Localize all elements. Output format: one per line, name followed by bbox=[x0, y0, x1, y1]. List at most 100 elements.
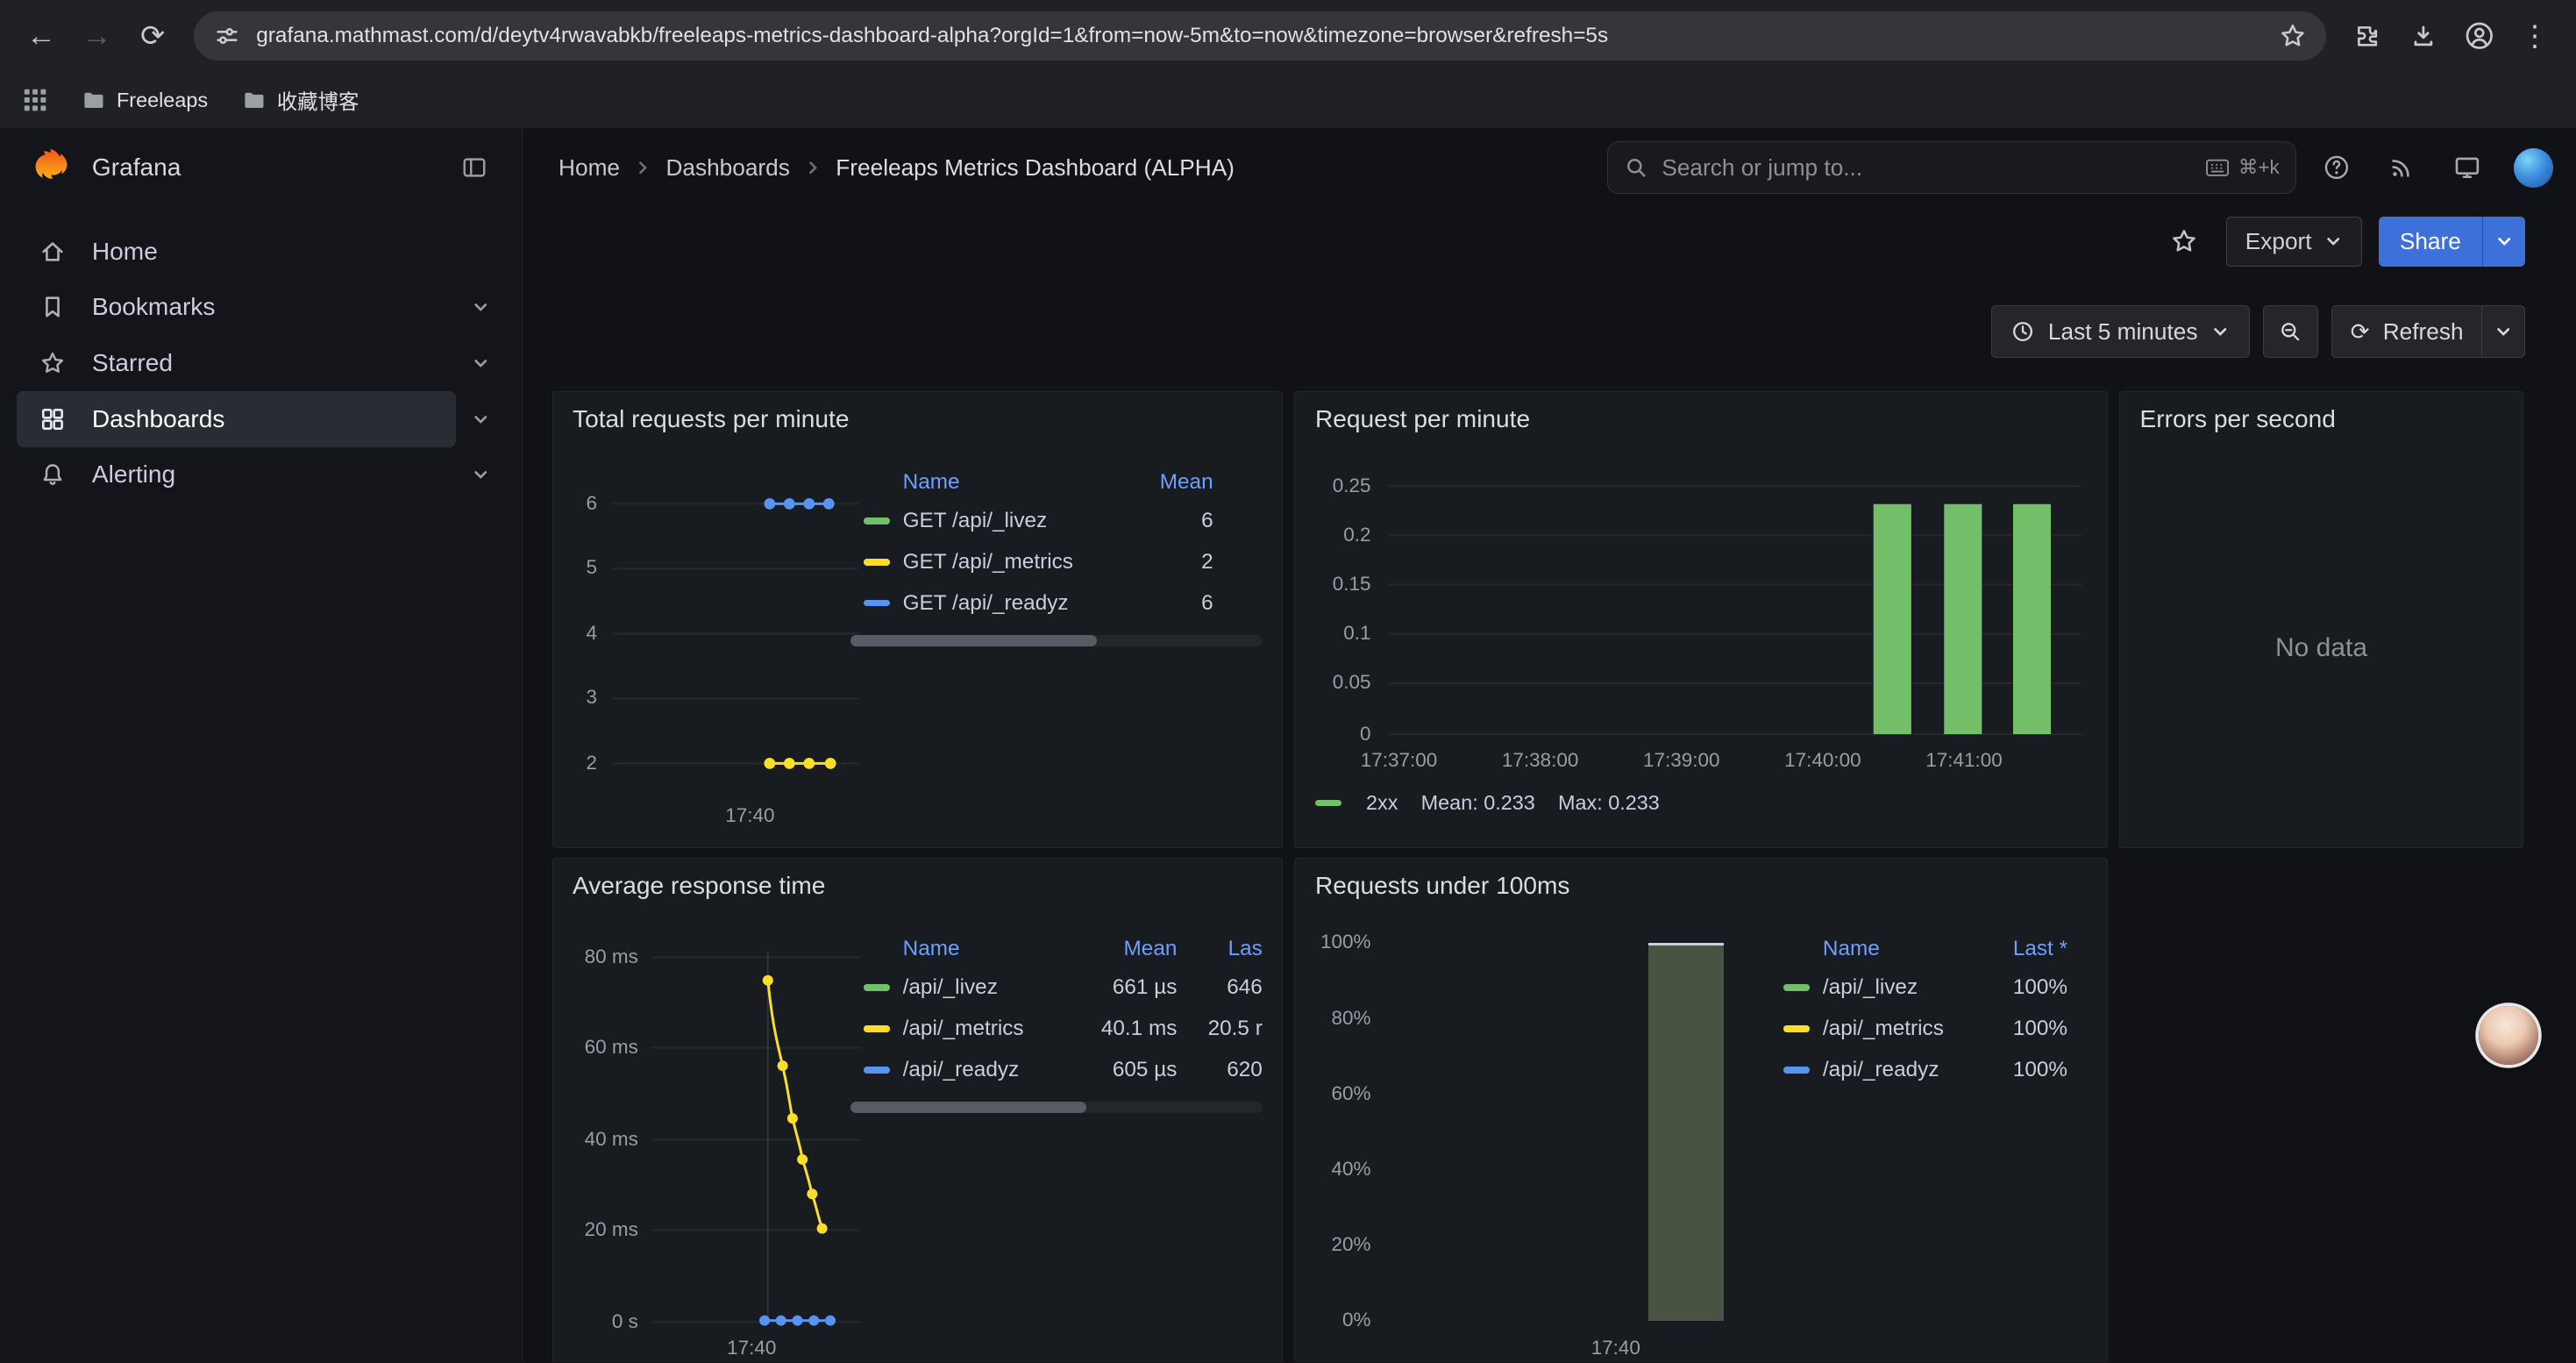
browser-toolbar: ← → ⟳ bbox=[0, 0, 2576, 72]
monitor-icon[interactable] bbox=[2441, 141, 2494, 194]
legend-row[interactable]: /api/_livez 100% bbox=[1783, 967, 2067, 1009]
refresh-interval-button[interactable] bbox=[2481, 306, 2524, 357]
bookmark-star-icon[interactable] bbox=[2279, 22, 2307, 50]
chevron-down-icon[interactable] bbox=[456, 339, 505, 388]
panel-title[interactable]: Request per minute bbox=[1315, 405, 1530, 433]
sidebar-item-bookmarks: Bookmarks bbox=[17, 280, 505, 336]
scrollbar-thumb[interactable] bbox=[850, 635, 1097, 646]
legend-row[interactable]: GET /api/_livez 6 bbox=[850, 501, 1213, 542]
breadcrumb-dashboards[interactable]: Dashboards bbox=[665, 154, 789, 182]
extensions-icon[interactable] bbox=[2339, 8, 2395, 64]
help-icon[interactable] bbox=[2309, 141, 2362, 194]
series-name[interactable]: /api/_livez bbox=[1823, 975, 1975, 1000]
legend-row[interactable]: GET /api/_readyz 6 bbox=[850, 582, 1213, 624]
series-name[interactable]: GET /api/_livez bbox=[903, 509, 1142, 533]
x-axis-tick: 17:40 bbox=[709, 804, 792, 827]
url-input[interactable] bbox=[256, 24, 2262, 48]
timeseries-chart[interactable] bbox=[599, 482, 862, 795]
series-mean: 2 bbox=[1141, 550, 1213, 574]
scrollbar-thumb[interactable] bbox=[850, 1102, 1087, 1113]
news-rss-icon[interactable] bbox=[2375, 141, 2428, 194]
user-avatar[interactable] bbox=[2514, 148, 2553, 188]
legend-header-name[interactable]: Name bbox=[903, 470, 1142, 495]
legend-header-last[interactable]: Last * bbox=[1975, 937, 2067, 961]
legend-series[interactable]: 2xx bbox=[1315, 791, 1398, 815]
legend-row[interactable]: /api/_metrics 40.1 ms 20.5 r bbox=[850, 1009, 1263, 1050]
series-name[interactable]: /api/_metrics bbox=[903, 1017, 1072, 1041]
legend-row[interactable]: /api/_readyz 605 µs 620 bbox=[850, 1049, 1263, 1090]
legend-row[interactable]: /api/_livez 661 µs 646 bbox=[850, 967, 1263, 1009]
refresh-button[interactable]: ⟳ Refresh bbox=[2332, 306, 2481, 357]
floating-avatar-widget[interactable] bbox=[2479, 1006, 2537, 1065]
export-button[interactable]: Export bbox=[2226, 217, 2362, 266]
series-name[interactable]: /api/_livez bbox=[903, 975, 1072, 1000]
series-name[interactable]: /api/_readyz bbox=[903, 1058, 1072, 1082]
series-name[interactable]: /api/_metrics bbox=[1823, 1017, 1975, 1041]
time-range-picker[interactable]: Last 5 minutes bbox=[1991, 305, 2249, 358]
search-bar[interactable]: ⌘+k bbox=[1607, 141, 2297, 194]
panel-title[interactable]: Errors per second bbox=[2140, 405, 2336, 433]
legend-scrollbar[interactable] bbox=[850, 635, 1263, 646]
timeseries-chart[interactable] bbox=[648, 938, 865, 1340]
chevron-down-icon[interactable] bbox=[456, 282, 505, 332]
top-nav: Home Dashboards Freeleaps Metrics Dashbo… bbox=[523, 128, 2576, 207]
chevron-down-icon bbox=[2210, 322, 2230, 341]
series-last: 100% bbox=[1975, 1058, 2067, 1082]
apps-grid-icon[interactable] bbox=[23, 88, 47, 112]
sidebar-item-home-button[interactable]: Home bbox=[17, 224, 505, 280]
bookmark-folder-blog[interactable]: 收藏博客 bbox=[241, 85, 359, 115]
grafana-logo[interactable] bbox=[30, 146, 73, 189]
series-name[interactable]: GET /api/_metrics bbox=[903, 550, 1142, 574]
share-menu-button[interactable] bbox=[2482, 217, 2525, 266]
panel-title[interactable]: Requests under 100ms bbox=[1315, 872, 1569, 900]
sidebar-item-starred-button[interactable]: Starred bbox=[17, 335, 456, 391]
brand-name: Grafana bbox=[92, 153, 430, 182]
breadcrumb-separator-icon bbox=[633, 158, 652, 177]
zoom-out-button[interactable] bbox=[2263, 305, 2319, 358]
chevron-down-icon[interactable] bbox=[456, 395, 505, 444]
bookmark-label: Freeleaps bbox=[117, 89, 208, 112]
legend-row[interactable]: /api/_readyz 100% bbox=[1783, 1049, 2067, 1090]
series-name[interactable]: /api/_readyz bbox=[1823, 1058, 1975, 1082]
sidebar-item-dashboards-button[interactable]: Dashboards bbox=[17, 391, 456, 447]
legend-header-mean[interactable]: Mean bbox=[1141, 470, 1213, 495]
favorite-star-icon[interactable] bbox=[2158, 215, 2210, 268]
share-button[interactable]: Share bbox=[2379, 217, 2483, 266]
reload-icon[interactable]: ⟳ bbox=[125, 8, 181, 64]
search-input[interactable] bbox=[1662, 154, 2192, 182]
bookmark-folder-freeleaps[interactable]: Freeleaps bbox=[81, 88, 208, 112]
bar-chart[interactable] bbox=[1389, 475, 2082, 741]
dock-menu-icon[interactable] bbox=[449, 143, 498, 192]
panel-request-per-minute: Request per minute 0.25 0.2 0.15 0.1 0.0… bbox=[1294, 391, 2107, 848]
chevron-down-icon[interactable] bbox=[456, 450, 505, 499]
series-color-indicator bbox=[864, 1067, 890, 1073]
legend-table: Name Mean Las /api/_livez 661 µs 646 bbox=[850, 931, 1263, 1090]
series-color-indicator bbox=[1783, 1025, 1810, 1031]
legend-scrollbar[interactable] bbox=[850, 1102, 1263, 1113]
url-bar[interactable] bbox=[194, 11, 2326, 61]
site-info-icon[interactable] bbox=[214, 23, 240, 49]
refresh-label: Refresh bbox=[2383, 318, 2464, 346]
browser-menu-icon[interactable]: ⋮ bbox=[2507, 8, 2563, 64]
legend-header-mean[interactable]: Mean bbox=[1072, 937, 1178, 961]
percent-bar[interactable] bbox=[1648, 943, 1724, 1321]
profile-icon[interactable] bbox=[2451, 8, 2508, 64]
share-button-group: Share bbox=[2379, 217, 2525, 266]
folder-icon bbox=[81, 88, 105, 112]
breadcrumb-current: Freeleaps Metrics Dashboard (ALPHA) bbox=[836, 154, 1235, 182]
legend-row[interactable]: GET /api/_metrics 2 bbox=[850, 541, 1213, 582]
legend-row[interactable]: /api/_metrics 100% bbox=[1783, 1009, 2067, 1050]
legend-header-last[interactable]: Las bbox=[1177, 937, 1262, 961]
series-name[interactable]: GET /api/_readyz bbox=[903, 591, 1142, 616]
breadcrumb-home[interactable]: Home bbox=[559, 154, 620, 182]
series-name: 2xx bbox=[1366, 791, 1398, 815]
forward-icon[interactable]: → bbox=[69, 8, 125, 64]
panel-title[interactable]: Average response time bbox=[573, 872, 825, 900]
panel-title[interactable]: Total requests per minute bbox=[573, 405, 849, 433]
download-icon[interactable] bbox=[2395, 8, 2451, 64]
legend-header-name[interactable]: Name bbox=[1823, 937, 1975, 961]
sidebar-item-bookmarks-button[interactable]: Bookmarks bbox=[17, 280, 456, 336]
legend-header-name[interactable]: Name bbox=[903, 937, 1072, 961]
back-icon[interactable]: ← bbox=[13, 8, 69, 64]
sidebar-item-alerting-button[interactable]: Alerting bbox=[17, 447, 456, 503]
